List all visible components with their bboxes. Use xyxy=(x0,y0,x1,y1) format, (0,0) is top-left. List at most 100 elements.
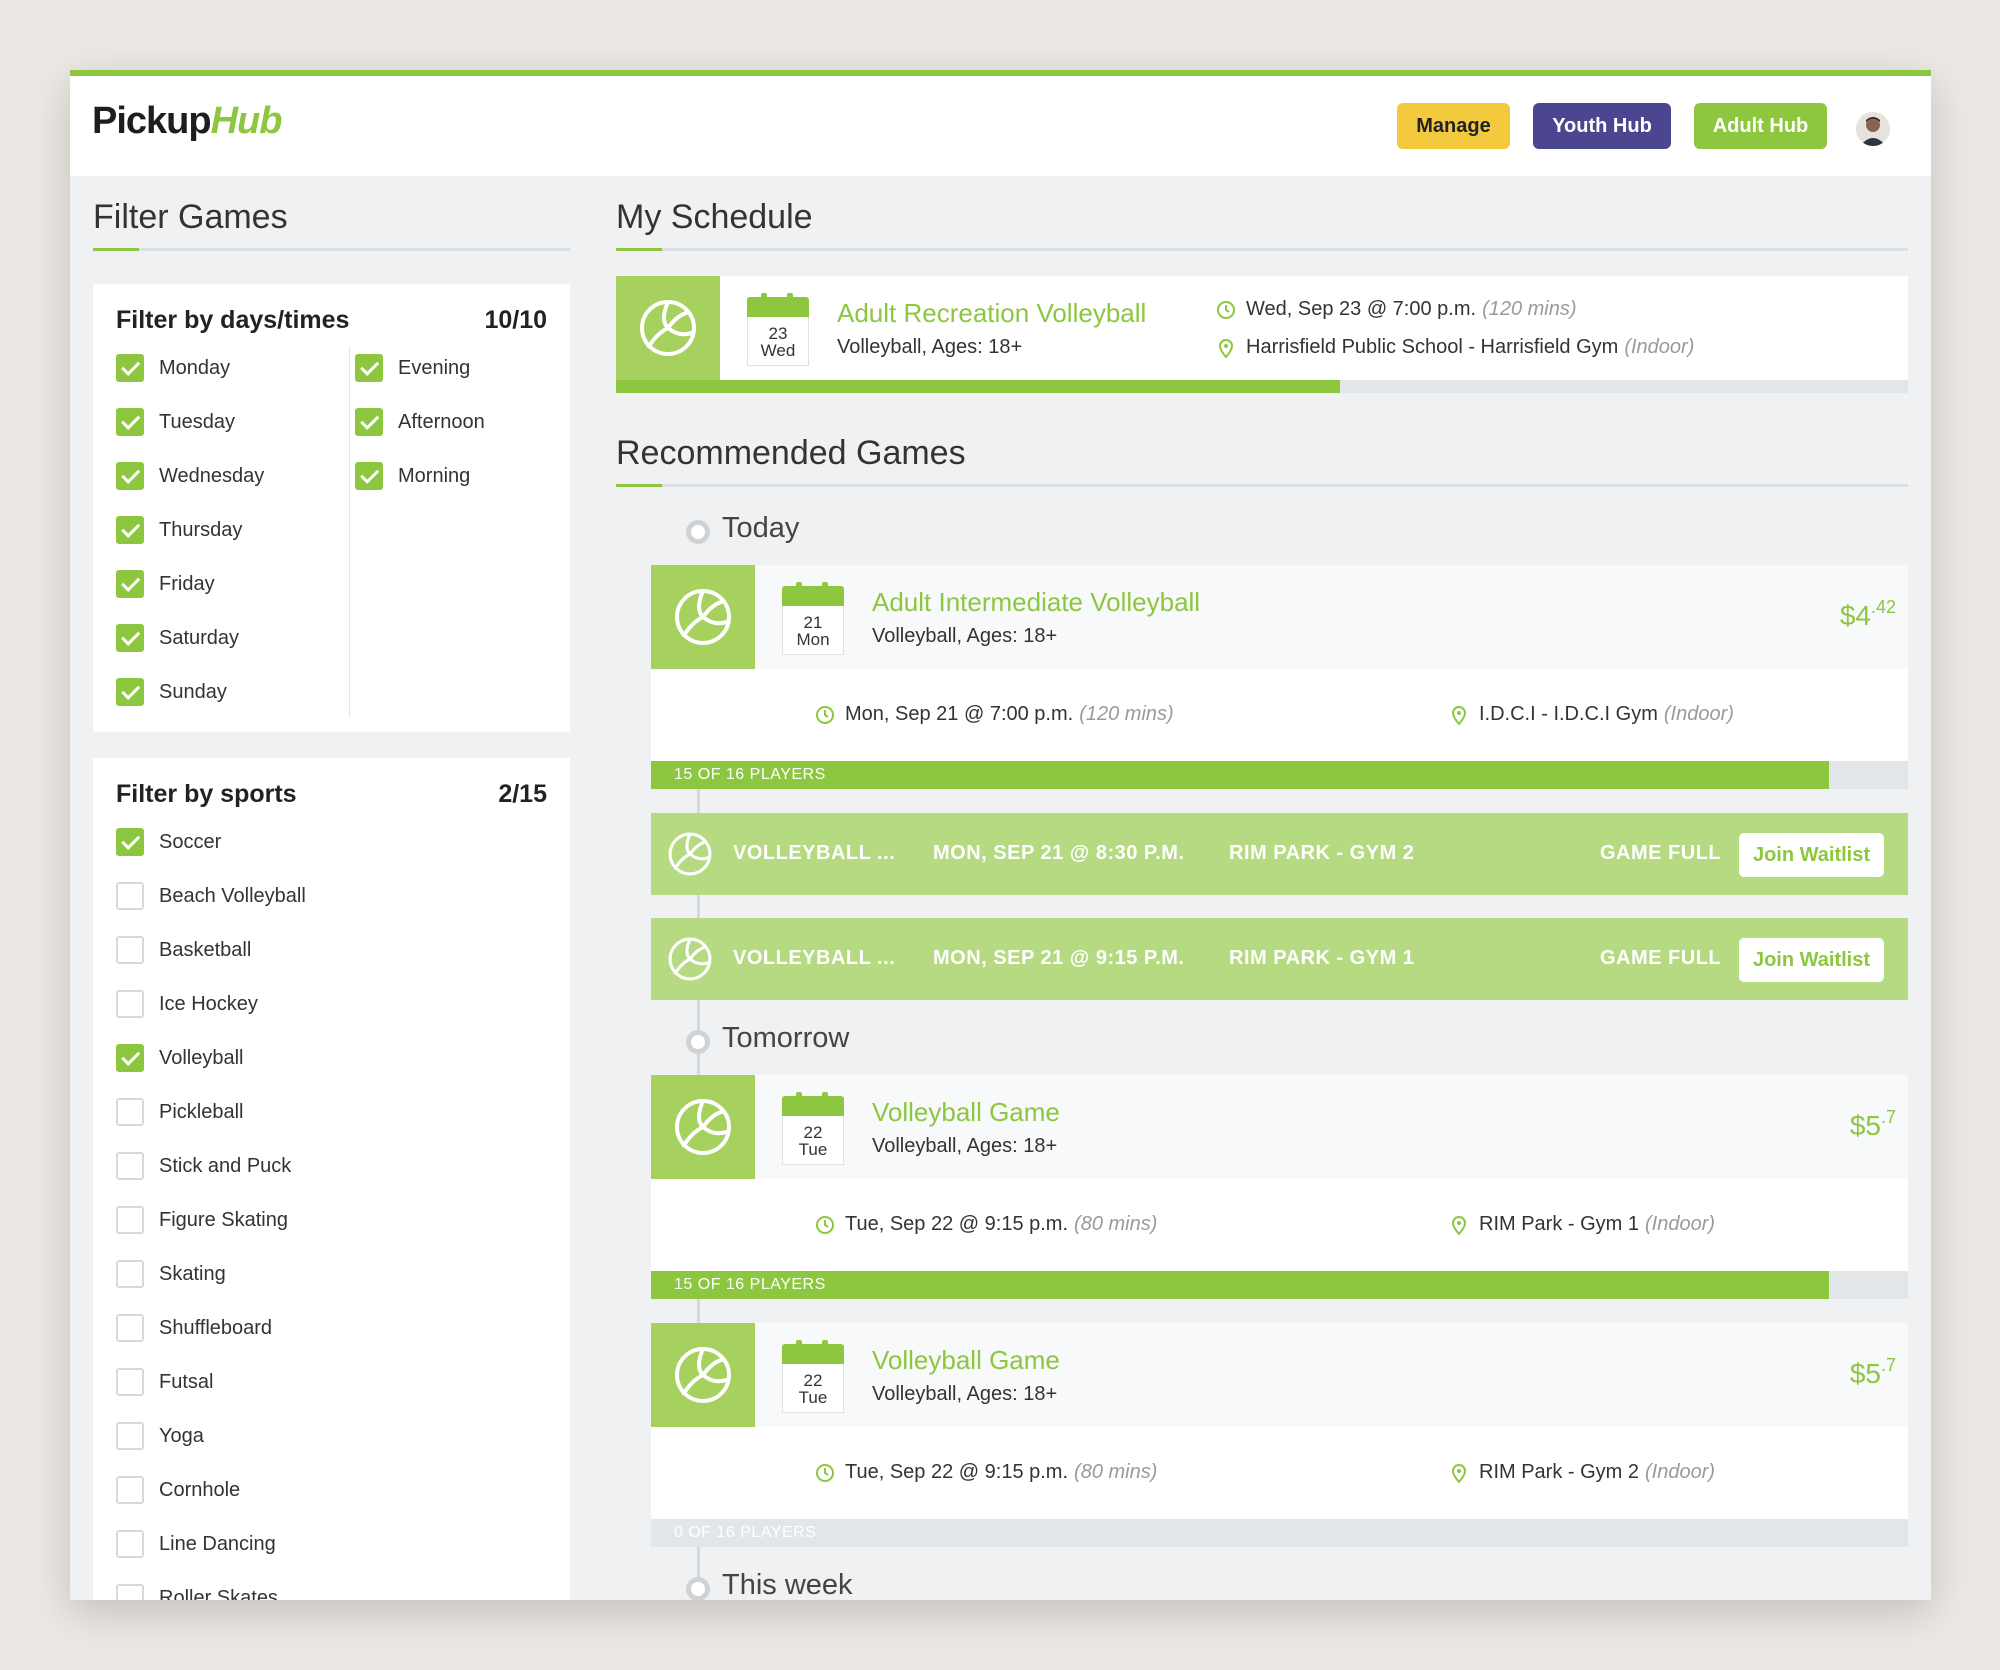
game-time: Wed, Sep 23 @ 7:00 p.m. (120 mins) xyxy=(1216,298,1577,321)
filter-option-futsal[interactable]: Futsal xyxy=(116,1368,213,1396)
filter-option-evening[interactable]: Evening xyxy=(355,354,470,382)
checkbox-unchecked[interactable] xyxy=(116,1098,144,1126)
checkbox-unchecked[interactable] xyxy=(116,1584,144,1600)
checkbox-unchecked[interactable] xyxy=(116,1476,144,1504)
checkbox-unchecked[interactable] xyxy=(116,882,144,910)
game-title[interactable]: Volleyball Game xyxy=(872,1097,1060,1128)
game-title[interactable]: Volleyball Game xyxy=(872,1345,1060,1376)
filter-option-cornhole[interactable]: Cornhole xyxy=(116,1476,240,1504)
game-venue-type: (Indoor) xyxy=(1645,1213,1716,1235)
filter-option-saturday[interactable]: Saturday xyxy=(116,624,239,652)
checkbox-checked[interactable] xyxy=(355,408,383,436)
filter-option-label: Saturday xyxy=(159,626,240,649)
players-count: 15 OF 16 PLAYERS xyxy=(674,1276,826,1293)
game-card[interactable]: 22 Tue Volleyball Game Volleyball, Ages: 18… xyxy=(651,1323,1908,1547)
checkbox-checked[interactable] xyxy=(116,516,144,544)
filter-option-morning[interactable]: Morning xyxy=(355,462,470,490)
filter-option-beach-volleyball[interactable]: Beach Volleyball xyxy=(116,882,306,910)
checkbox-checked[interactable] xyxy=(355,354,383,382)
game-card[interactable]: 22 Tue Volleyball Game Volleyball, Ages: 18… xyxy=(651,1075,1908,1299)
game-price: $5.7 xyxy=(1850,1107,1896,1142)
checkbox-unchecked[interactable] xyxy=(116,1260,144,1288)
filter-option-skating[interactable]: Skating xyxy=(116,1260,226,1288)
checkbox-checked[interactable] xyxy=(116,408,144,436)
game-duration: (120 mins) xyxy=(1079,703,1174,725)
game-subtitle: Volleyball, Ages: 18+ xyxy=(837,336,1023,358)
filter-option-wednesday[interactable]: Wednesday xyxy=(116,462,264,490)
checkbox-checked[interactable] xyxy=(355,462,383,490)
volleyball-icon xyxy=(651,1075,755,1179)
checkbox-unchecked[interactable] xyxy=(116,1368,144,1396)
logo-text-accent: Hub xyxy=(210,100,283,142)
checkbox-checked[interactable] xyxy=(116,570,144,598)
price-main: $5 xyxy=(1849,1110,1881,1141)
volleyball-icon-svg xyxy=(675,589,731,645)
checkbox-checked[interactable] xyxy=(116,1044,144,1072)
full-game-row[interactable]: VOLLEYBALL ... MON, SEP 21 @ 8:30 P.M. RIM… xyxy=(651,813,1908,895)
checkbox-checked[interactable] xyxy=(116,462,144,490)
calendar-icon: 22 Tue xyxy=(782,1340,844,1413)
schedule-card[interactable]: 23 Wed Adult Recreation Volleyball Volle… xyxy=(616,276,1908,393)
game-full-status: GAME FULL xyxy=(1600,842,1722,864)
filter-option-ice-hockey[interactable]: Ice Hockey xyxy=(116,990,258,1018)
filter-option-roller-skates[interactable]: Roller Skates xyxy=(116,1584,278,1600)
filter-option-stick-and-puck[interactable]: Stick and Puck xyxy=(116,1152,291,1180)
filter-sports-title: Filter by sports xyxy=(116,780,297,808)
game-where: RIM Park - Gym 1 xyxy=(1479,1213,1640,1235)
checkbox-checked[interactable] xyxy=(116,354,144,382)
date-weekday: Tue xyxy=(798,1140,828,1159)
checkbox-unchecked[interactable] xyxy=(116,936,144,964)
manage-button[interactable]: Manage xyxy=(1397,103,1510,149)
filter-option-label: Basketball xyxy=(159,938,252,961)
checkbox-unchecked[interactable] xyxy=(116,1206,144,1234)
filter-option-tuesday[interactable]: Tuesday xyxy=(116,408,235,436)
game-title[interactable]: Adult Intermediate Volleyball xyxy=(872,587,1200,618)
schedule-progress-fill xyxy=(616,380,1340,393)
checkbox-unchecked[interactable] xyxy=(116,1152,144,1180)
date-day: 22 xyxy=(803,1123,823,1142)
filter-option-line-dancing[interactable]: Line Dancing xyxy=(116,1530,276,1558)
checkbox-unchecked[interactable] xyxy=(116,990,144,1018)
players-progress: 15 OF 16 PLAYERS xyxy=(651,1271,1908,1299)
join-waitlist-button[interactable]: Join Waitlist xyxy=(1739,938,1884,982)
game-details: Tue, Sep 22 @ 9:15 p.m. (80 mins) RIM Park… xyxy=(651,1427,1908,1519)
filter-option-volleyball[interactable]: Volleyball xyxy=(116,1044,244,1072)
logo[interactable]: PickupHub xyxy=(92,100,283,143)
filter-option-shuffleboard[interactable]: Shuffleboard xyxy=(116,1314,272,1342)
filter-option-pickleball[interactable]: Pickleball xyxy=(116,1098,243,1126)
calendar-icon: 22 Tue xyxy=(782,1092,844,1165)
game-card[interactable]: 21 Mon Adult Intermediate Volleyball Volley… xyxy=(651,565,1908,789)
filter-option-monday[interactable]: Monday xyxy=(116,354,230,382)
timeline-dot-today xyxy=(686,520,710,544)
filter-option-basketball[interactable]: Basketball xyxy=(116,936,251,964)
checkbox-checked[interactable] xyxy=(116,828,144,856)
checkbox-checked[interactable] xyxy=(116,624,144,652)
checkbox-unchecked[interactable] xyxy=(116,1530,144,1558)
checkbox-unchecked[interactable] xyxy=(116,1422,144,1450)
filter-option-afternoon[interactable]: Afternoon xyxy=(355,408,485,436)
price-main: $5 xyxy=(1849,1358,1881,1389)
adult-hub-button[interactable]: Adult Hub xyxy=(1694,103,1827,149)
game-location: I.D.C.I - I.D.C.I Gym (Indoor) xyxy=(1449,703,1734,726)
filter-option-label: Thursday xyxy=(159,518,243,541)
filter-option-label: Skating xyxy=(159,1262,226,1285)
filter-option-soccer[interactable]: Soccer xyxy=(116,828,221,856)
checkbox-checked[interactable] xyxy=(116,678,144,706)
filter-sports-card: Filter by sports 2/15 Soccer Beach Volley… xyxy=(93,758,570,1600)
filter-option-sunday[interactable]: Sunday xyxy=(116,678,227,706)
game-time: Tue, Sep 22 @ 9:15 p.m. (80 mins) xyxy=(815,1461,1157,1484)
filter-option-thursday[interactable]: Thursday xyxy=(116,516,242,544)
avatar[interactable] xyxy=(1856,112,1890,146)
filter-option-figure-skating[interactable]: Figure Skating xyxy=(116,1206,288,1234)
full-game-row[interactable]: VOLLEYBALL ... MON, SEP 21 @ 9:15 P.M. RIM… xyxy=(651,918,1908,1000)
join-waitlist-button[interactable]: Join Waitlist xyxy=(1739,833,1884,877)
youth-hub-button[interactable]: Youth Hub xyxy=(1533,103,1671,149)
filter-option-yoga[interactable]: Yoga xyxy=(116,1422,204,1450)
checkbox-unchecked[interactable] xyxy=(116,1314,144,1342)
volleyball-icon xyxy=(651,1323,755,1427)
full-game-when: MON, SEP 21 @ 9:15 P.M. xyxy=(933,947,1185,969)
game-when: Mon, Sep 21 @ 7:00 p.m. xyxy=(845,703,1074,725)
filter-option-friday[interactable]: Friday xyxy=(116,570,215,598)
game-title[interactable]: Adult Recreation Volleyball xyxy=(837,298,1146,329)
filter-sports-count: 2/15 xyxy=(498,780,547,808)
